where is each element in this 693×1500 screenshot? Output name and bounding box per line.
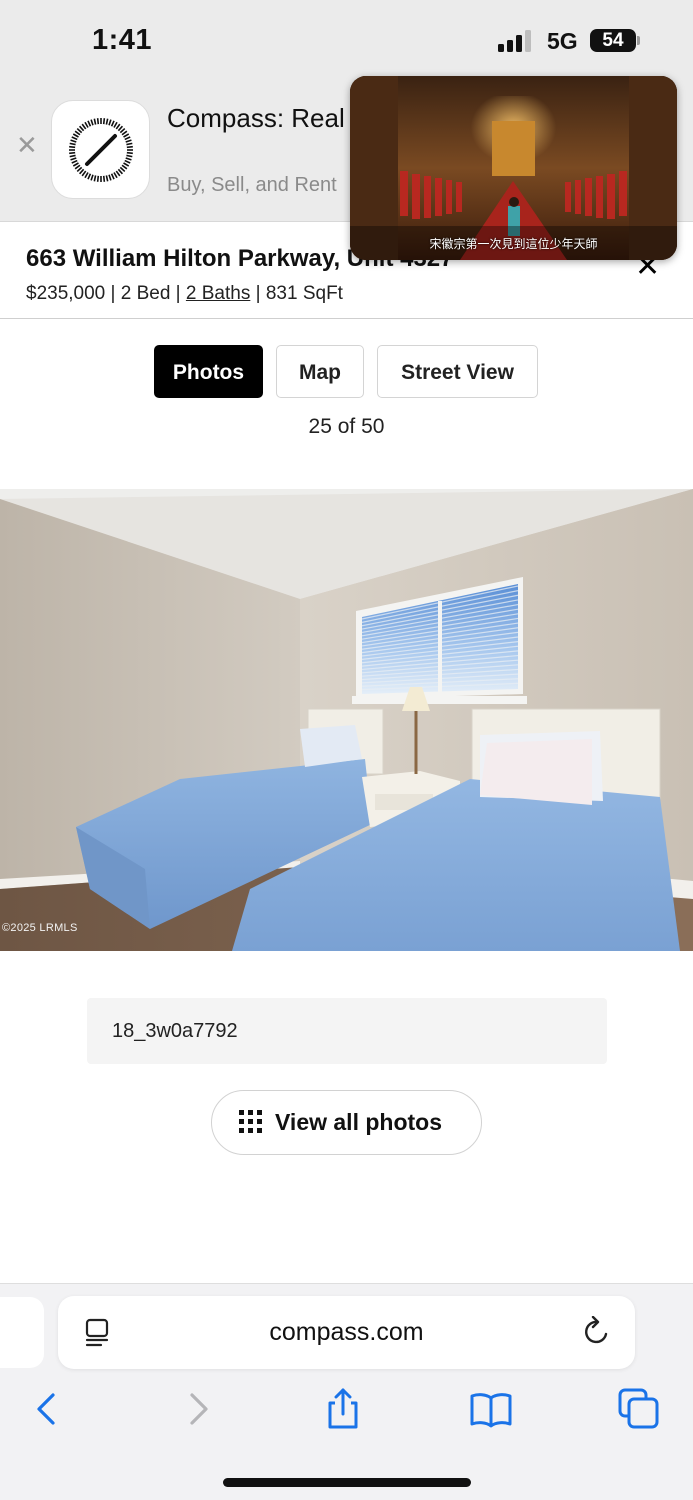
pip-video[interactable]: 宋徽宗第一次見到這位少年天師 [350,76,677,260]
reload-icon[interactable] [582,1316,612,1348]
listing-sqft: 831 SqFt [265,283,343,304]
tabs-icon[interactable] [616,1386,662,1432]
signal-icon [498,30,538,52]
separator: | [105,283,121,304]
separator: | [170,283,186,304]
tab-street-view[interactable]: Street View [377,345,538,398]
battery-nub [637,36,640,45]
url-bar[interactable]: compass.com [58,1296,635,1369]
view-all-photos-label: View all photos [275,1109,442,1135]
previous-tab-preview[interactable] [0,1297,44,1368]
view-all-photos-button[interactable]: View all photos [211,1090,482,1155]
bedroom-photo [0,489,693,951]
app-banner-title: Compass: Real & Homes [167,103,353,133]
url-text[interactable]: compass.com [58,1318,635,1347]
status-time: 1:41 [92,24,153,56]
back-icon[interactable] [24,1386,70,1432]
bookmarks-icon[interactable] [468,1386,514,1432]
network-type: 5G [547,28,578,54]
photo-counter: 25 of 50 [308,415,385,438]
photo-caption: 18_3w0a7792 [87,998,607,1064]
status-bar: 1:41 5G 54 [0,0,693,80]
compass-logo-icon[interactable] [51,100,150,199]
pip-video-frame [350,76,677,260]
home-indicator [223,1478,471,1487]
close-icon[interactable]: ✕ [16,132,38,158]
listing-baths-link[interactable]: 2 Baths [186,283,250,304]
grid-icon [239,1110,263,1134]
tab-photos[interactable]: Photos [154,345,263,398]
share-icon[interactable] [320,1386,366,1432]
forward-icon[interactable] [175,1386,221,1432]
listing-beds: 2 Bed [120,283,171,304]
pip-caption: 宋徽宗第一次見到這位少年天師 [429,237,598,251]
listing-details: $235,000 | 2 Bed | 2 Baths | 831 SqFt [26,283,343,305]
listing-photo[interactable] [0,489,693,951]
battery-icon: 54 [590,29,636,52]
page: 1:41 5G 54 ✕ Compass: Real & Homes Buy, … [0,0,693,1500]
separator: | [250,283,266,304]
photo-copyright: ©2025 LRMLS [2,922,78,934]
tab-map[interactable]: Map [276,345,364,398]
app-banner-subtitle: Buy, Sell, and Rent [167,174,337,196]
listing-price: $235,000 [26,283,106,304]
